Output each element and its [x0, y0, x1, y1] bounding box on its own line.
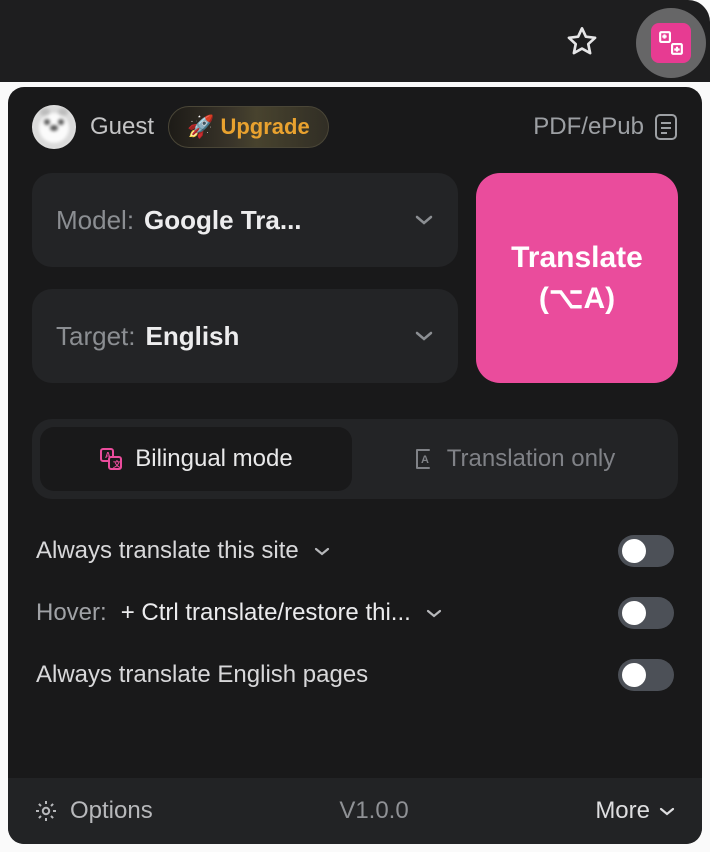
- mode-toggle: A 文 Bilingual mode A Translation only: [32, 419, 678, 499]
- chevron-down-icon: [414, 330, 434, 342]
- browser-toolbar: [0, 0, 710, 82]
- translate-button[interactable]: Translate (⌥A): [476, 173, 678, 383]
- svg-text:A: A: [105, 451, 111, 460]
- always-translate-lang-toggle[interactable]: [618, 659, 674, 691]
- translation-only-icon: A: [413, 448, 435, 470]
- guest-label[interactable]: Guest: [90, 113, 154, 141]
- hover-prefix-label: Hover:: [36, 599, 107, 627]
- popup-header: Guest 🚀 Upgrade PDF/ePub: [8, 87, 702, 159]
- target-select-label: Target:: [56, 321, 136, 352]
- rocket-icon: 🚀: [187, 114, 214, 140]
- svg-text:文: 文: [113, 459, 122, 469]
- hover-toggle[interactable]: [618, 597, 674, 629]
- popup-footer: Options V1.0.0 More: [8, 778, 702, 844]
- target-select-value: English: [146, 321, 405, 352]
- upgrade-button[interactable]: 🚀 Upgrade: [168, 106, 329, 148]
- settings-block: Always translate this site Hover: + Ctrl…: [8, 499, 702, 703]
- extension-popup: Guest 🚀 Upgrade PDF/ePub Model: Google T…: [8, 87, 702, 844]
- options-button[interactable]: Options: [70, 797, 153, 825]
- chevron-down-icon: [658, 806, 676, 817]
- hover-row: Hover: + Ctrl translate/restore thi...: [36, 597, 674, 629]
- gear-icon[interactable]: [34, 799, 58, 823]
- star-icon: [566, 25, 598, 57]
- pdf-epub-button[interactable]: PDF/ePub: [533, 113, 678, 141]
- always-translate-site-label[interactable]: Always translate this site: [36, 537, 299, 565]
- chevron-down-icon[interactable]: [425, 608, 443, 619]
- translate-button-label: Translate: [511, 241, 643, 275]
- document-icon: [654, 113, 678, 141]
- more-button[interactable]: More: [595, 797, 676, 825]
- always-translate-lang-label: Always translate English pages: [36, 661, 368, 689]
- version-label: V1.0.0: [165, 797, 584, 825]
- pdf-epub-label: PDF/ePub: [533, 113, 644, 141]
- avatar[interactable]: [32, 105, 76, 149]
- extension-icon: [651, 23, 691, 63]
- controls-row: Model: Google Tra... Target: English Tra…: [8, 159, 702, 383]
- always-translate-site-toggle[interactable]: [618, 535, 674, 567]
- target-select[interactable]: Target: English: [32, 289, 458, 383]
- translation-only-button[interactable]: A Translation only: [358, 427, 670, 491]
- more-label: More: [595, 797, 650, 825]
- always-translate-lang-row: Always translate English pages: [36, 659, 674, 691]
- translate-button-shortcut: (⌥A): [539, 281, 615, 316]
- svg-text:A: A: [421, 454, 429, 466]
- bilingual-mode-button[interactable]: A 文 Bilingual mode: [40, 427, 352, 491]
- translation-only-label: Translation only: [447, 445, 616, 473]
- upgrade-label: Upgrade: [220, 114, 309, 140]
- selects-column: Model: Google Tra... Target: English: [32, 173, 458, 383]
- bookmark-star-button[interactable]: [558, 17, 606, 65]
- bilingual-mode-label: Bilingual mode: [135, 445, 292, 473]
- model-select[interactable]: Model: Google Tra...: [32, 173, 458, 267]
- hover-value-label[interactable]: + Ctrl translate/restore thi...: [121, 599, 411, 627]
- always-translate-site-row: Always translate this site: [36, 535, 674, 567]
- chevron-down-icon: [414, 214, 434, 226]
- chevron-down-icon[interactable]: [313, 546, 331, 557]
- extension-button[interactable]: [636, 8, 706, 78]
- model-select-value: Google Tra...: [144, 205, 404, 236]
- bilingual-icon: A 文: [99, 447, 123, 471]
- model-select-label: Model:: [56, 205, 134, 236]
